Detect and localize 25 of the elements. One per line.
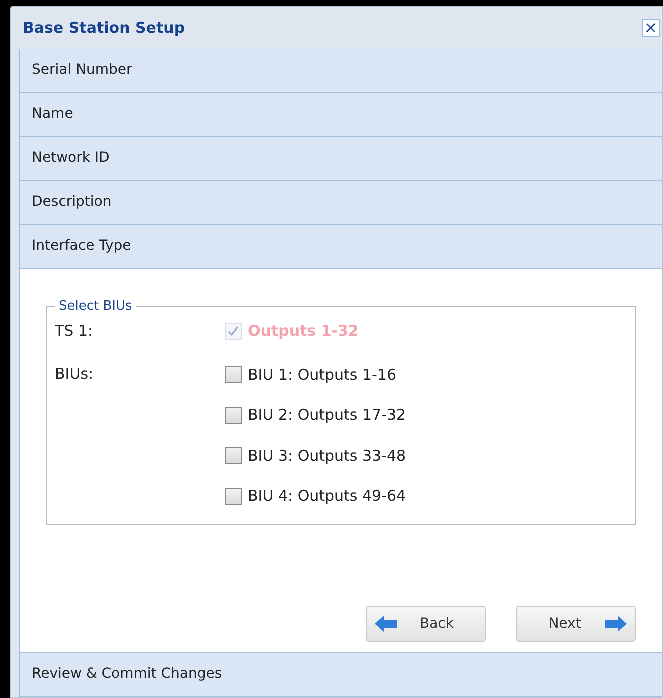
section-header[interactable]: Serial Number (20, 49, 662, 93)
section-header[interactable]: Interface Type (20, 225, 662, 269)
checkbox-label: BIU 2: Outputs 17-32 (248, 405, 406, 426)
checkbox[interactable] (225, 406, 242, 424)
group-legend: Select BIUs (55, 297, 136, 316)
section-header[interactable]: Name (20, 93, 662, 137)
left-arrow-icon (375, 616, 397, 632)
checkbox[interactable] (225, 447, 242, 464)
checkbox-label: BIU 3: Outputs 33-48 (248, 446, 406, 466)
section-header[interactable]: Review & Commit Changes (20, 653, 662, 697)
bius-label: BIUs: (55, 364, 95, 384)
checkbox-label: BIU 4: Outputs 49-64 (248, 486, 406, 507)
check-icon (228, 326, 239, 337)
section-header[interactable]: Network ID (20, 137, 662, 181)
checkbox[interactable] (225, 366, 242, 384)
next-button[interactable]: Next (516, 606, 636, 642)
ts-label: TS 1: (55, 321, 94, 342)
section-header[interactable]: Description (20, 181, 662, 225)
back-button[interactable]: Back (366, 606, 486, 642)
close-button[interactable]: × (642, 19, 660, 37)
checkbox-label: Outputs 1-32 (248, 321, 359, 342)
checkbox[interactable] (225, 488, 242, 505)
checkbox-label: BIU 1: Outputs 1-16 (248, 364, 397, 386)
right-arrow-icon (605, 616, 627, 632)
dialog-title: Base Station Setup (23, 18, 186, 39)
